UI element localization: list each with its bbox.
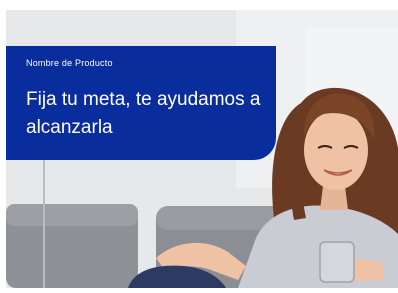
top-gap bbox=[6, 0, 398, 10]
promo-card: Nombre de Producto Fija tu meta, te ayud… bbox=[0, 0, 398, 293]
headline-banner: Nombre de Producto Fija tu meta, te ayud… bbox=[6, 46, 276, 160]
product-name-label: Nombre de Producto bbox=[26, 58, 113, 68]
headline-text: Fija tu meta, te ayudamos a alcanzarla bbox=[26, 89, 261, 138]
decorative-vertical-line bbox=[43, 160, 45, 288]
